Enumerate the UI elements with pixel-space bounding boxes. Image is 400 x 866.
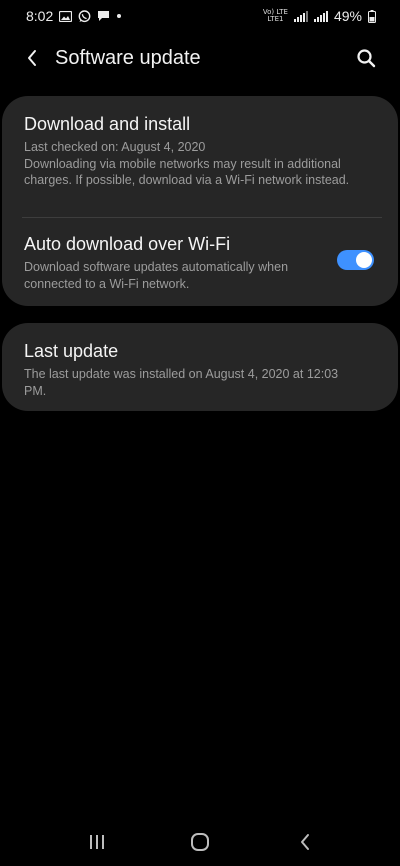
home-icon	[190, 832, 210, 857]
network-label: Vo) LTE LTE1	[263, 9, 288, 23]
toggle-knob	[356, 252, 372, 268]
whatsapp-icon	[78, 9, 91, 23]
network-label-bottom: LTE1	[267, 15, 284, 23]
status-right: Vo) LTE LTE1 49%	[263, 8, 376, 24]
search-button[interactable]	[352, 46, 380, 74]
auto-download-item[interactable]: Auto download over Wi-Fi Download softwa…	[2, 233, 398, 303]
gallery-icon	[59, 10, 73, 22]
home-button[interactable]	[180, 830, 220, 858]
signal-icon	[293, 10, 308, 22]
download-and-install-subtitle: Last checked on: August 4, 2020 Download…	[24, 140, 350, 188]
last-update-subtitle: The last update was installed on August …	[24, 367, 339, 398]
search-icon	[356, 48, 376, 73]
message-icon	[97, 10, 110, 22]
status-left: 8:02	[26, 8, 122, 24]
more-notifications-dot-icon	[116, 13, 122, 19]
signal-2-icon	[313, 10, 328, 22]
page-title: Software update	[55, 47, 201, 69]
back-icon	[299, 833, 311, 856]
download-and-install-item[interactable]: Download and install Last checked on: Au…	[2, 113, 398, 223]
nav-back-button[interactable]	[285, 830, 325, 858]
status-time: 8:02	[26, 8, 54, 24]
back-button[interactable]	[18, 46, 46, 74]
recents-button[interactable]	[77, 830, 117, 858]
auto-download-subtitle: Download software updates automatically …	[24, 260, 289, 291]
auto-download-toggle[interactable]	[337, 250, 374, 270]
last-update-title: Last update	[24, 341, 119, 361]
status-bar: 8:02 Vo) LTE LTE1 49%	[0, 0, 400, 32]
divider	[22, 217, 382, 218]
battery-percent: 49%	[333, 8, 362, 24]
updates-card: Download and install Last checked on: Au…	[2, 96, 398, 306]
last-update-item[interactable]: Last update The last update was installe…	[2, 340, 398, 404]
auto-download-title: Auto download over Wi-Fi	[24, 234, 231, 254]
last-update-card: Last update The last update was installe…	[2, 323, 398, 411]
download-and-install-title: Download and install	[24, 114, 191, 134]
app-bar: Software update	[0, 38, 400, 82]
battery-icon	[368, 9, 376, 23]
recents-icon	[88, 834, 106, 855]
navigation-bar	[0, 822, 400, 866]
chevron-left-icon	[26, 49, 38, 72]
